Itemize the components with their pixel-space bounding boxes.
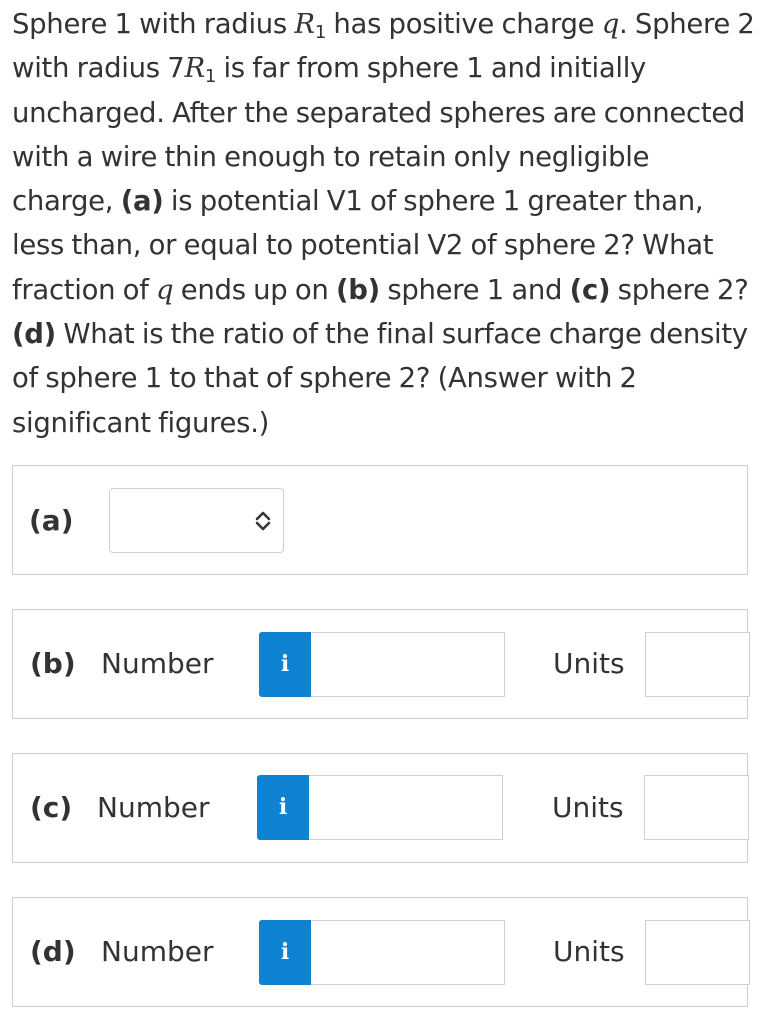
part-b-number-input[interactable] xyxy=(311,632,505,697)
part-a-label: (a) xyxy=(29,504,74,537)
part-c-label: (c) xyxy=(30,791,73,824)
part-tag-c: (c) xyxy=(569,273,611,306)
question-segment: Sphere 1 with radius xyxy=(12,8,295,40)
part-c-panel: (c) Number i Units xyxy=(12,753,749,863)
part-d-number-input[interactable] xyxy=(311,920,505,985)
part-c-units-select[interactable] xyxy=(644,775,749,840)
variable-r: R xyxy=(294,8,315,40)
part-d-units-select[interactable] xyxy=(645,920,750,985)
part-d-number-label: Number xyxy=(101,935,214,968)
chevron-up-down-icon xyxy=(255,511,271,531)
part-b-panel: (b) Number i Units xyxy=(12,609,750,719)
part-a-panel: (a) xyxy=(12,465,748,575)
question-segment: sphere 1 and xyxy=(379,273,570,306)
part-b-units-label: Units xyxy=(553,647,625,680)
part-d-panel: (d) Number i Units xyxy=(12,897,750,1007)
question-text: Sphere 1 with radius R1 has positive cha… xyxy=(12,2,757,445)
subscript: 1 xyxy=(204,66,216,88)
info-icon: i xyxy=(278,794,288,820)
part-b-info-button[interactable]: i xyxy=(259,632,311,697)
info-icon: i xyxy=(280,939,290,965)
info-icon: i xyxy=(280,651,290,677)
part-c-info-button[interactable]: i xyxy=(257,775,309,840)
variable-q: q xyxy=(601,8,620,40)
part-d-label: (d) xyxy=(30,935,76,968)
part-c-units-label: Units xyxy=(552,791,624,824)
question-segment: ends up on xyxy=(173,273,336,306)
part-b-units-select[interactable] xyxy=(645,632,750,697)
part-a-select[interactable] xyxy=(109,488,284,553)
part-c-number-label: Number xyxy=(97,791,210,824)
part-d-info-button[interactable]: i xyxy=(259,920,311,985)
question-segment: has positive charge xyxy=(325,8,602,40)
part-tag-b: (b) xyxy=(335,273,380,306)
part-d-units-label: Units xyxy=(553,935,625,968)
part-tag-d: (d) xyxy=(12,318,56,351)
part-c-number-input[interactable] xyxy=(309,775,503,840)
part-b-label: (b) xyxy=(30,647,76,680)
part-b-number-label: Number xyxy=(101,647,214,680)
question-segment: sphere 2? xyxy=(610,273,749,306)
part-tag-a: (a) xyxy=(120,185,164,218)
variable-r: R xyxy=(184,52,205,85)
subscript: 1 xyxy=(314,22,326,43)
variable-q: q xyxy=(156,273,174,306)
question-segment: What is the ratio of the final surface c… xyxy=(12,318,748,439)
